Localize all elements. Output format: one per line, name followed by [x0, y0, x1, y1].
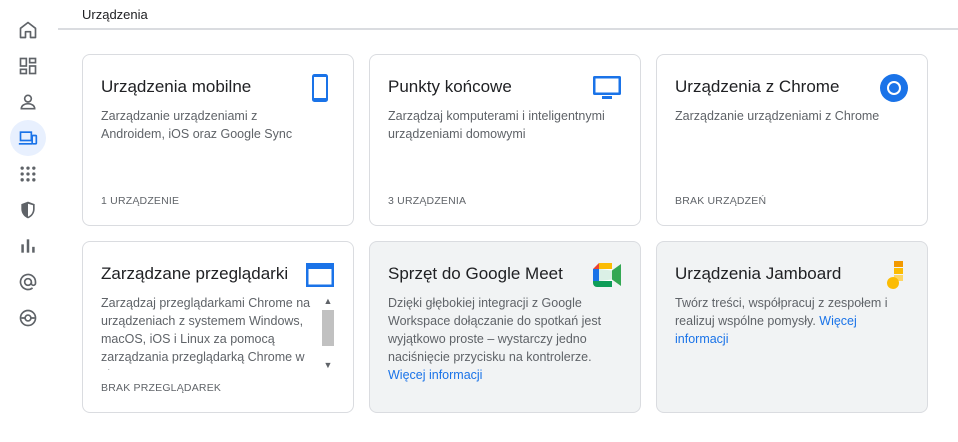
card-title: Urządzenia Jamboard [675, 264, 842, 283]
card-title: Urządzenia z Chrome [675, 77, 840, 96]
user-icon[interactable] [10, 84, 46, 120]
card-title: Punkty końcowe [388, 77, 512, 96]
chrome-icon [880, 74, 908, 102]
apps-grid-icon[interactable] [10, 156, 46, 192]
scroll-down-arrow-icon[interactable]: ▼ [320, 358, 336, 372]
reports-bar-chart-icon[interactable] [10, 228, 46, 264]
support-lifebuoy-icon[interactable] [10, 300, 46, 336]
jamboard-icon [887, 261, 903, 289]
card-title: Zarządzane przeglądarki [101, 264, 289, 283]
scrollable-description[interactable]: Zarządzaj przeglądarkami Chrome na urząd… [101, 294, 319, 370]
page-header: Urządzenia [58, 0, 958, 30]
card-device-count: 1 URZĄDZENIE [101, 195, 180, 207]
card-managed-browsers[interactable]: Zarządzane przeglądarki Zarządzaj przegl… [82, 241, 354, 413]
home-icon[interactable] [10, 12, 46, 48]
card-description: Zarządzaj przeglądarkami Chrome na urząd… [101, 296, 311, 370]
browser-window-icon [306, 263, 334, 287]
card-title: Sprzęt do Google Meet [388, 264, 563, 283]
card-chrome-devices[interactable]: Urządzenia z Chrome Zarządzanie urządzen… [656, 54, 928, 226]
dashboard-icon[interactable] [10, 48, 46, 84]
card-browser-count: BRAK PRZEGLĄDAREK [101, 382, 222, 394]
card-description: Zarządzanie urządzeniami z Chrome [675, 109, 880, 123]
card-mobile-devices[interactable]: Urządzenia mobilne Zarządzanie urządzeni… [82, 54, 354, 226]
card-title: Urządzenia mobilne [101, 77, 252, 96]
learn-more-link[interactable]: Więcej informacji [388, 368, 482, 382]
security-shield-icon[interactable] [10, 192, 46, 228]
at-sign-icon[interactable] [10, 264, 46, 300]
google-meet-icon [593, 263, 621, 287]
card-jamboard-devices[interactable]: Urządzenia Jamboard Twórz treści, współp… [656, 241, 928, 413]
devices-icon[interactable] [10, 120, 46, 156]
left-navigation-rail [0, 0, 58, 442]
card-device-count: BRAK URZĄDZEŃ [675, 195, 767, 207]
card-google-meet-hardware[interactable]: Sprzęt do Google Meet Dzięki głębokiej i… [369, 241, 641, 413]
monitor-icon [593, 76, 621, 99]
card-description-block: Twórz treści, współpracuj z zespołem i r… [675, 294, 907, 348]
card-description: Zarządzanie urządzeniami z Androidem, iO… [101, 109, 293, 141]
card-description-block: Dzięki głębokiej integracji z Google Wor… [388, 294, 620, 384]
scroll-up-arrow-icon[interactable]: ▲ [320, 294, 336, 308]
card-description: Zarządzaj komputerami i inteligentnymi u… [388, 109, 605, 141]
card-endpoints[interactable]: Punkty końcowe Zarządzaj komputerami i i… [369, 54, 641, 226]
scrollbar-thumb[interactable] [322, 310, 334, 346]
smartphone-icon [312, 74, 328, 102]
card-device-count: 3 URZĄDZENIA [388, 195, 467, 207]
description-scrollbar[interactable]: ▲ ▼ [320, 294, 336, 372]
card-description: Dzięki głębokiej integracji z Google Wor… [388, 296, 602, 364]
page-title: Urządzenia [82, 7, 148, 22]
